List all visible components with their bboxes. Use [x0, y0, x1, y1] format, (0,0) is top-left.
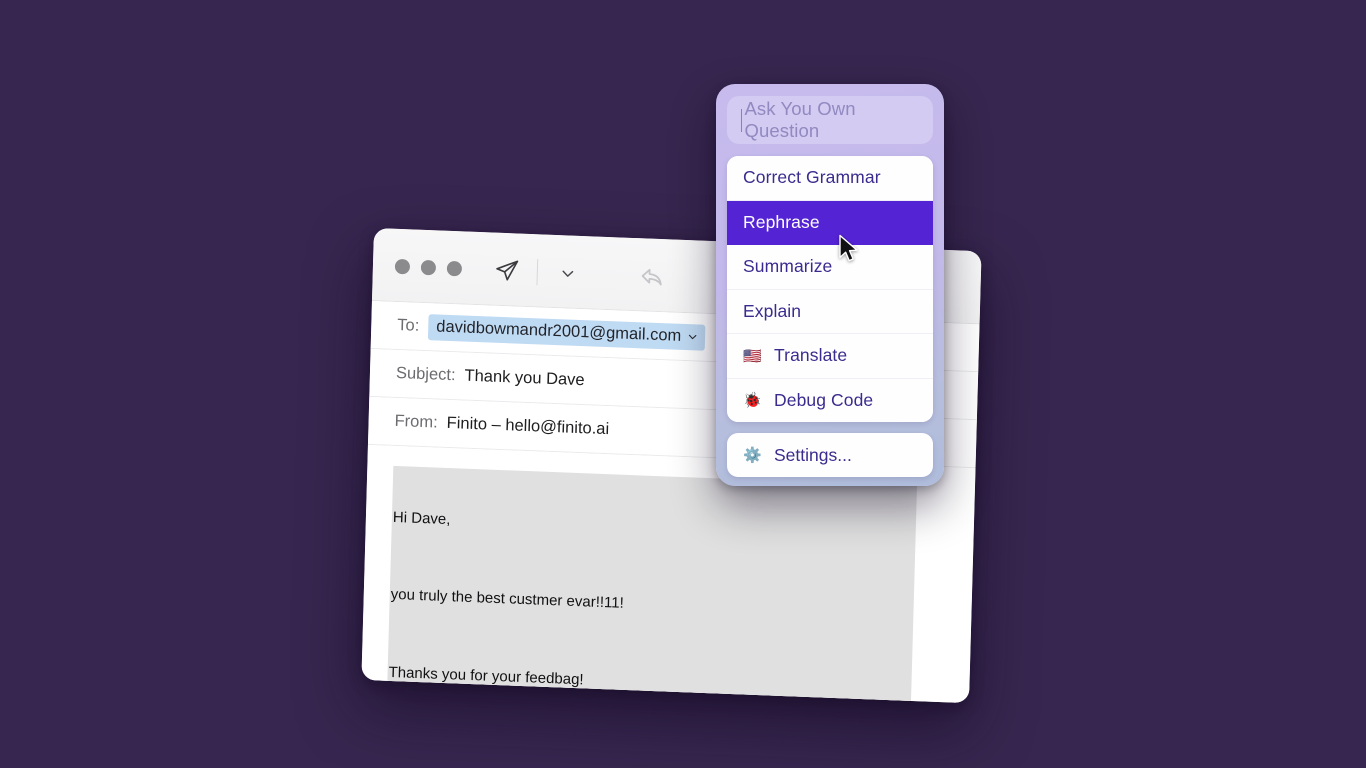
assistant-action-menu: Correct Grammar Rephrase Summarize Expla… [727, 156, 933, 422]
ai-assistant-popover: Ask You Own Question Correct Grammar Rep… [716, 84, 944, 486]
screen: To: davidbowmandr2001@gmail.com Subject:… [0, 0, 1366, 768]
maximize-button[interactable] [446, 260, 463, 277]
menu-item-correct-grammar[interactable]: Correct Grammar [727, 156, 933, 201]
menu-item-label: Debug Code [774, 389, 874, 410]
menu-item-label: Translate [774, 345, 848, 366]
toolbar-divider [536, 259, 539, 286]
reply-button[interactable] [629, 256, 674, 298]
from-value[interactable]: Finito – hello@finito.ai [446, 414, 609, 439]
menu-item-settings[interactable]: ⚙️ Settings... [727, 433, 933, 477]
minimize-button[interactable] [420, 259, 437, 276]
send-button[interactable] [484, 250, 529, 292]
chevron-down-icon [562, 270, 574, 277]
gear-icon: ⚙️ [743, 447, 762, 464]
to-field-label: To: [397, 315, 420, 335]
menu-item-translate[interactable]: 🇺🇸 Translate [727, 334, 933, 379]
menu-item-label: Explain [743, 300, 802, 321]
send-options-button[interactable] [545, 253, 590, 295]
recipient-email: davidbowmandr2001@gmail.com [436, 316, 682, 345]
send-icon [496, 260, 519, 281]
body-paragraph: Hi Dave, [392, 509, 451, 529]
recipient-chip[interactable]: davidbowmandr2001@gmail.com [427, 313, 706, 351]
body-paragraph: Thanks you for your feedbag! [388, 663, 584, 689]
menu-item-explain[interactable]: Explain [727, 289, 933, 334]
menu-item-label: Summarize [743, 256, 833, 277]
reply-arrow-icon [641, 268, 662, 285]
us-flag-icon: 🇺🇸 [743, 347, 762, 365]
menu-item-label: Correct Grammar [743, 167, 881, 188]
menu-item-rephrase[interactable]: Rephrase [727, 200, 933, 245]
subject-field-label: Subject: [395, 363, 456, 385]
bug-icon: 🐞 [743, 392, 762, 410]
text-caret [741, 108, 743, 132]
menu-item-label: Rephrase [743, 211, 820, 232]
chevron-down-icon[interactable] [687, 331, 698, 342]
ask-question-input[interactable]: Ask You Own Question [727, 96, 933, 144]
email-body-text-selected[interactable]: Hi Dave, you truly the best custmer evar… [383, 465, 918, 704]
settings-label: Settings... [774, 444, 852, 465]
close-button[interactable] [394, 258, 411, 275]
body-paragraph: you truly the best custmer evar!!11! [390, 586, 625, 613]
subject-value[interactable]: Thank you Dave [464, 367, 585, 391]
menu-item-summarize[interactable]: Summarize [727, 245, 933, 290]
from-field-label: From: [394, 411, 438, 432]
menu-item-debug-code[interactable]: 🐞 Debug Code [727, 378, 933, 422]
window-traffic-lights[interactable] [394, 258, 463, 277]
toolbar-spacer-2 [674, 278, 714, 280]
ask-question-placeholder: Ask You Own Question [744, 98, 856, 141]
